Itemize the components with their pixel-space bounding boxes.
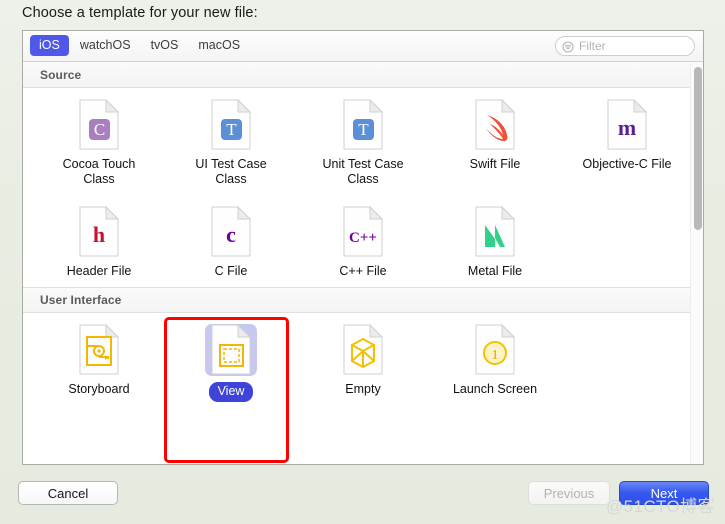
filter-placeholder: Filter (579, 39, 606, 53)
file-swift-icon (469, 99, 521, 151)
file-h-icon: h (73, 206, 125, 258)
template-item[interactable]: m Objective-C File (561, 88, 693, 195)
tab-macos[interactable]: macOS (189, 35, 249, 56)
tab-ios[interactable]: iOS (30, 35, 69, 56)
section-header: User Interface (23, 287, 703, 313)
template-grid: C Cocoa Touch Class T UI Test Case Class T Un… (23, 88, 703, 287)
new-file-template-dialog: Choose a template for your new file: iOS… (0, 0, 725, 524)
file-storyboard-icon (73, 324, 125, 376)
template-item-label: Launch Screen (452, 382, 538, 396)
file-launch-screen-icon: 1 (469, 324, 521, 376)
file-c-icon: C (73, 99, 125, 151)
template-panel: iOS watchOS tvOS macOS Filter Source C Cocoa … (22, 30, 704, 465)
template-item-label: Storyboard (68, 382, 130, 396)
template-item-label: Cocoa Touch Class (62, 157, 136, 186)
template-item-label: Metal File (467, 264, 523, 278)
template-scroll-area: Source C Cocoa Touch Class T UI Test Case Cl… (23, 62, 703, 464)
svg-text:T: T (226, 120, 237, 139)
template-item[interactable]: C++ C++ File (297, 195, 429, 287)
template-item[interactable]: Swift File (429, 88, 561, 195)
section-title: User Interface (40, 293, 122, 307)
template-grid: Storyboard View Empty 1 Launch Screen (23, 313, 703, 410)
template-item-label: UI Test Case Class (195, 157, 267, 186)
template-item-label: C File (214, 264, 248, 278)
filter-search-icon (562, 40, 574, 53)
svg-text:1: 1 (492, 348, 499, 363)
page-title: Choose a template for your new file: (22, 5, 258, 21)
file-empty-cube-icon (337, 324, 389, 376)
file-t-icon: T (337, 99, 389, 151)
template-item[interactable]: c C File (165, 195, 297, 287)
template-item[interactable]: h Header File (33, 195, 165, 287)
file-c-lower-icon: c (205, 206, 257, 258)
scrollbar-thumb[interactable] (694, 67, 702, 230)
section-title: Source (40, 67, 82, 82)
template-item-label: C++ File (339, 264, 387, 278)
template-item-label: Header File (66, 264, 132, 278)
template-item[interactable]: T UI Test Case Class (165, 88, 297, 195)
section-header: Source (23, 62, 703, 88)
template-item[interactable]: Metal File (429, 195, 561, 287)
platform-tab-list[interactable]: iOS watchOS tvOS macOS (30, 35, 249, 56)
file-cpp-icon: C++ (337, 206, 389, 258)
template-item[interactable]: T Unit Test Case Class (297, 88, 429, 195)
template-item[interactable]: View (165, 313, 297, 410)
file-metal-icon (469, 206, 521, 258)
filter-field[interactable]: Filter (555, 36, 695, 56)
template-item-label: Empty (345, 382, 381, 396)
svg-text:m: m (618, 115, 636, 140)
template-item-label: Unit Test Case Class (322, 157, 404, 186)
file-t-icon: T (205, 99, 257, 151)
svg-text:T: T (358, 120, 369, 139)
svg-text:C++: C++ (349, 230, 377, 246)
template-item[interactable]: C Cocoa Touch Class (33, 88, 165, 195)
vertical-scrollbar[interactable] (690, 63, 703, 464)
next-button[interactable]: Next (619, 481, 709, 505)
previous-button[interactable]: Previous (528, 481, 610, 505)
template-item-label: Objective-C File (582, 157, 672, 171)
file-m-icon: m (601, 99, 653, 151)
svg-text:c: c (226, 222, 236, 247)
template-item[interactable]: Storyboard (33, 313, 165, 410)
svg-text:h: h (93, 222, 105, 247)
template-item[interactable]: 1 Launch Screen (429, 313, 561, 410)
template-item-label: View (208, 382, 254, 402)
svg-text:C: C (94, 120, 105, 139)
template-item-label: Swift File (469, 157, 521, 171)
file-view-icon (205, 324, 257, 376)
tab-tvos[interactable]: tvOS (142, 35, 188, 56)
template-item[interactable]: Empty (297, 313, 429, 410)
cancel-button[interactable]: Cancel (18, 481, 118, 505)
platform-toolbar: iOS watchOS tvOS macOS Filter (23, 31, 703, 62)
tab-watchos[interactable]: watchOS (71, 35, 140, 56)
